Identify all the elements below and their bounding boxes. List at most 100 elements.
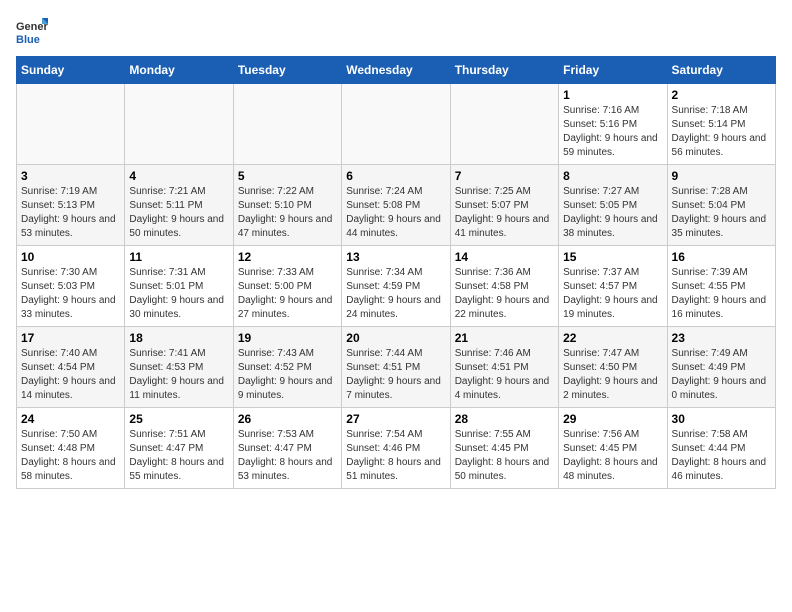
- calendar-cell: 10 Sunrise: 7:30 AM Sunset: 5:03 PM Dayli…: [17, 246, 125, 327]
- day-info: Sunrise: 7:30 AM Sunset: 5:03 PM Dayligh…: [21, 266, 120, 322]
- day-number: 5: [238, 169, 337, 183]
- calendar-cell: [342, 84, 450, 165]
- calendar-cell: 12 Sunrise: 7:33 AM Sunset: 5:00 PM Dayli…: [233, 246, 341, 327]
- day-number: 21: [455, 331, 554, 345]
- header-day-friday: Friday: [559, 57, 667, 84]
- header-day-monday: Monday: [125, 57, 233, 84]
- day-info: Sunrise: 7:46 AM Sunset: 4:51 PM Dayligh…: [455, 347, 554, 403]
- day-info: Sunrise: 7:16 AM Sunset: 5:16 PM Dayligh…: [563, 104, 662, 160]
- logo-text: General Blue: [16, 16, 48, 48]
- calendar-cell: 14 Sunrise: 7:36 AM Sunset: 4:58 PM Dayli…: [450, 246, 558, 327]
- day-info: Sunrise: 7:47 AM Sunset: 4:50 PM Dayligh…: [563, 347, 662, 403]
- calendar-cell: 19 Sunrise: 7:43 AM Sunset: 4:52 PM Dayli…: [233, 327, 341, 408]
- day-number: 7: [455, 169, 554, 183]
- calendar-cell: 8 Sunrise: 7:27 AM Sunset: 5:05 PM Daylig…: [559, 165, 667, 246]
- day-number: 11: [129, 250, 228, 264]
- day-info: Sunrise: 7:27 AM Sunset: 5:05 PM Dayligh…: [563, 185, 662, 241]
- header-day-saturday: Saturday: [667, 57, 775, 84]
- day-info: Sunrise: 7:22 AM Sunset: 5:10 PM Dayligh…: [238, 185, 337, 241]
- logo-bird-icon: General Blue: [16, 16, 48, 48]
- day-info: Sunrise: 7:21 AM Sunset: 5:11 PM Dayligh…: [129, 185, 228, 241]
- day-info: Sunrise: 7:53 AM Sunset: 4:47 PM Dayligh…: [238, 428, 337, 484]
- header: General Blue: [16, 16, 776, 48]
- day-number: 1: [563, 88, 662, 102]
- calendar-cell: 13 Sunrise: 7:34 AM Sunset: 4:59 PM Dayli…: [342, 246, 450, 327]
- header-day-wednesday: Wednesday: [342, 57, 450, 84]
- day-number: 28: [455, 412, 554, 426]
- calendar-cell: 6Sunrise: 7:24 AM Sunset: 5:08 PM Daylig…: [342, 165, 450, 246]
- week-row-4: 24 Sunrise: 7:50 AM Sunset: 4:48 PM Dayli…: [17, 408, 776, 489]
- day-number: 26: [238, 412, 337, 426]
- day-info: Sunrise: 7:31 AM Sunset: 5:01 PM Dayligh…: [129, 266, 228, 322]
- day-number: 16: [672, 250, 771, 264]
- calendar-cell: 16Sunrise: 7:39 AM Sunset: 4:55 PM Dayli…: [667, 246, 775, 327]
- calendar-cell: 7 Sunrise: 7:25 AM Sunset: 5:07 PM Daylig…: [450, 165, 558, 246]
- week-row-3: 17Sunrise: 7:40 AM Sunset: 4:54 PM Dayli…: [17, 327, 776, 408]
- day-info: Sunrise: 7:33 AM Sunset: 5:00 PM Dayligh…: [238, 266, 337, 322]
- day-number: 19: [238, 331, 337, 345]
- day-number: 9: [672, 169, 771, 183]
- calendar-cell: [17, 84, 125, 165]
- week-row-0: 1 Sunrise: 7:16 AM Sunset: 5:16 PM Daylig…: [17, 84, 776, 165]
- svg-text:Blue: Blue: [16, 34, 40, 46]
- calendar-cell: 3 Sunrise: 7:19 AM Sunset: 5:13 PM Daylig…: [17, 165, 125, 246]
- day-number: 6: [346, 169, 445, 183]
- calendar-cell: 5 Sunrise: 7:22 AM Sunset: 5:10 PM Daylig…: [233, 165, 341, 246]
- calendar-cell: [233, 84, 341, 165]
- day-info: Sunrise: 7:41 AM Sunset: 4:53 PM Dayligh…: [129, 347, 228, 403]
- calendar-cell: 1 Sunrise: 7:16 AM Sunset: 5:16 PM Daylig…: [559, 84, 667, 165]
- calendar-cell: 27Sunrise: 7:54 AM Sunset: 4:46 PM Dayli…: [342, 408, 450, 489]
- calendar-cell: 24 Sunrise: 7:50 AM Sunset: 4:48 PM Dayli…: [17, 408, 125, 489]
- day-number: 18: [129, 331, 228, 345]
- logo: General Blue: [16, 16, 48, 48]
- calendar-cell: 23 Sunrise: 7:49 AM Sunset: 4:49 PM Dayli…: [667, 327, 775, 408]
- day-info: Sunrise: 7:37 AM Sunset: 4:57 PM Dayligh…: [563, 266, 662, 322]
- day-number: 23: [672, 331, 771, 345]
- day-info: Sunrise: 7:25 AM Sunset: 5:07 PM Dayligh…: [455, 185, 554, 241]
- day-info: Sunrise: 7:34 AM Sunset: 4:59 PM Dayligh…: [346, 266, 445, 322]
- day-number: 8: [563, 169, 662, 183]
- day-number: 22: [563, 331, 662, 345]
- day-number: 12: [238, 250, 337, 264]
- day-info: Sunrise: 7:19 AM Sunset: 5:13 PM Dayligh…: [21, 185, 120, 241]
- day-number: 30: [672, 412, 771, 426]
- header-day-sunday: Sunday: [17, 57, 125, 84]
- calendar-cell: 28 Sunrise: 7:55 AM Sunset: 4:45 PM Dayli…: [450, 408, 558, 489]
- calendar-cell: 17Sunrise: 7:40 AM Sunset: 4:54 PM Dayli…: [17, 327, 125, 408]
- calendar-cell: 20Sunrise: 7:44 AM Sunset: 4:51 PM Dayli…: [342, 327, 450, 408]
- calendar-cell: 29Sunrise: 7:56 AM Sunset: 4:45 PM Dayli…: [559, 408, 667, 489]
- day-info: Sunrise: 7:36 AM Sunset: 4:58 PM Dayligh…: [455, 266, 554, 322]
- calendar-cell: [125, 84, 233, 165]
- calendar-cell: 15 Sunrise: 7:37 AM Sunset: 4:57 PM Dayli…: [559, 246, 667, 327]
- day-info: Sunrise: 7:18 AM Sunset: 5:14 PM Dayligh…: [672, 104, 771, 160]
- day-number: 2: [672, 88, 771, 102]
- day-info: Sunrise: 7:49 AM Sunset: 4:49 PM Dayligh…: [672, 347, 771, 403]
- calendar-cell: 30 Sunrise: 7:58 AM Sunset: 4:44 PM Dayli…: [667, 408, 775, 489]
- day-number: 27: [346, 412, 445, 426]
- day-number: 24: [21, 412, 120, 426]
- day-info: Sunrise: 7:43 AM Sunset: 4:52 PM Dayligh…: [238, 347, 337, 403]
- day-number: 14: [455, 250, 554, 264]
- day-info: Sunrise: 7:50 AM Sunset: 4:48 PM Dayligh…: [21, 428, 120, 484]
- calendar-cell: 21 Sunrise: 7:46 AM Sunset: 4:51 PM Dayli…: [450, 327, 558, 408]
- day-info: Sunrise: 7:51 AM Sunset: 4:47 PM Dayligh…: [129, 428, 228, 484]
- day-number: 13: [346, 250, 445, 264]
- calendar-cell: 4Sunrise: 7:21 AM Sunset: 5:11 PM Daylig…: [125, 165, 233, 246]
- calendar-cell: 18 Sunrise: 7:41 AM Sunset: 4:53 PM Dayli…: [125, 327, 233, 408]
- day-number: 10: [21, 250, 120, 264]
- day-number: 25: [129, 412, 228, 426]
- day-number: 3: [21, 169, 120, 183]
- calendar-table: SundayMondayTuesdayWednesdayThursdayFrid…: [16, 56, 776, 489]
- day-info: Sunrise: 7:58 AM Sunset: 4:44 PM Dayligh…: [672, 428, 771, 484]
- day-number: 20: [346, 331, 445, 345]
- calendar-cell: 26 Sunrise: 7:53 AM Sunset: 4:47 PM Dayli…: [233, 408, 341, 489]
- day-number: 15: [563, 250, 662, 264]
- calendar-cell: 11 Sunrise: 7:31 AM Sunset: 5:01 PM Dayli…: [125, 246, 233, 327]
- week-row-2: 10 Sunrise: 7:30 AM Sunset: 5:03 PM Dayli…: [17, 246, 776, 327]
- day-info: Sunrise: 7:28 AM Sunset: 5:04 PM Dayligh…: [672, 185, 771, 241]
- day-number: 29: [563, 412, 662, 426]
- header-day-thursday: Thursday: [450, 57, 558, 84]
- calendar-cell: 2 Sunrise: 7:18 AM Sunset: 5:14 PM Daylig…: [667, 84, 775, 165]
- calendar-cell: 22 Sunrise: 7:47 AM Sunset: 4:50 PM Dayli…: [559, 327, 667, 408]
- day-info: Sunrise: 7:55 AM Sunset: 4:45 PM Dayligh…: [455, 428, 554, 484]
